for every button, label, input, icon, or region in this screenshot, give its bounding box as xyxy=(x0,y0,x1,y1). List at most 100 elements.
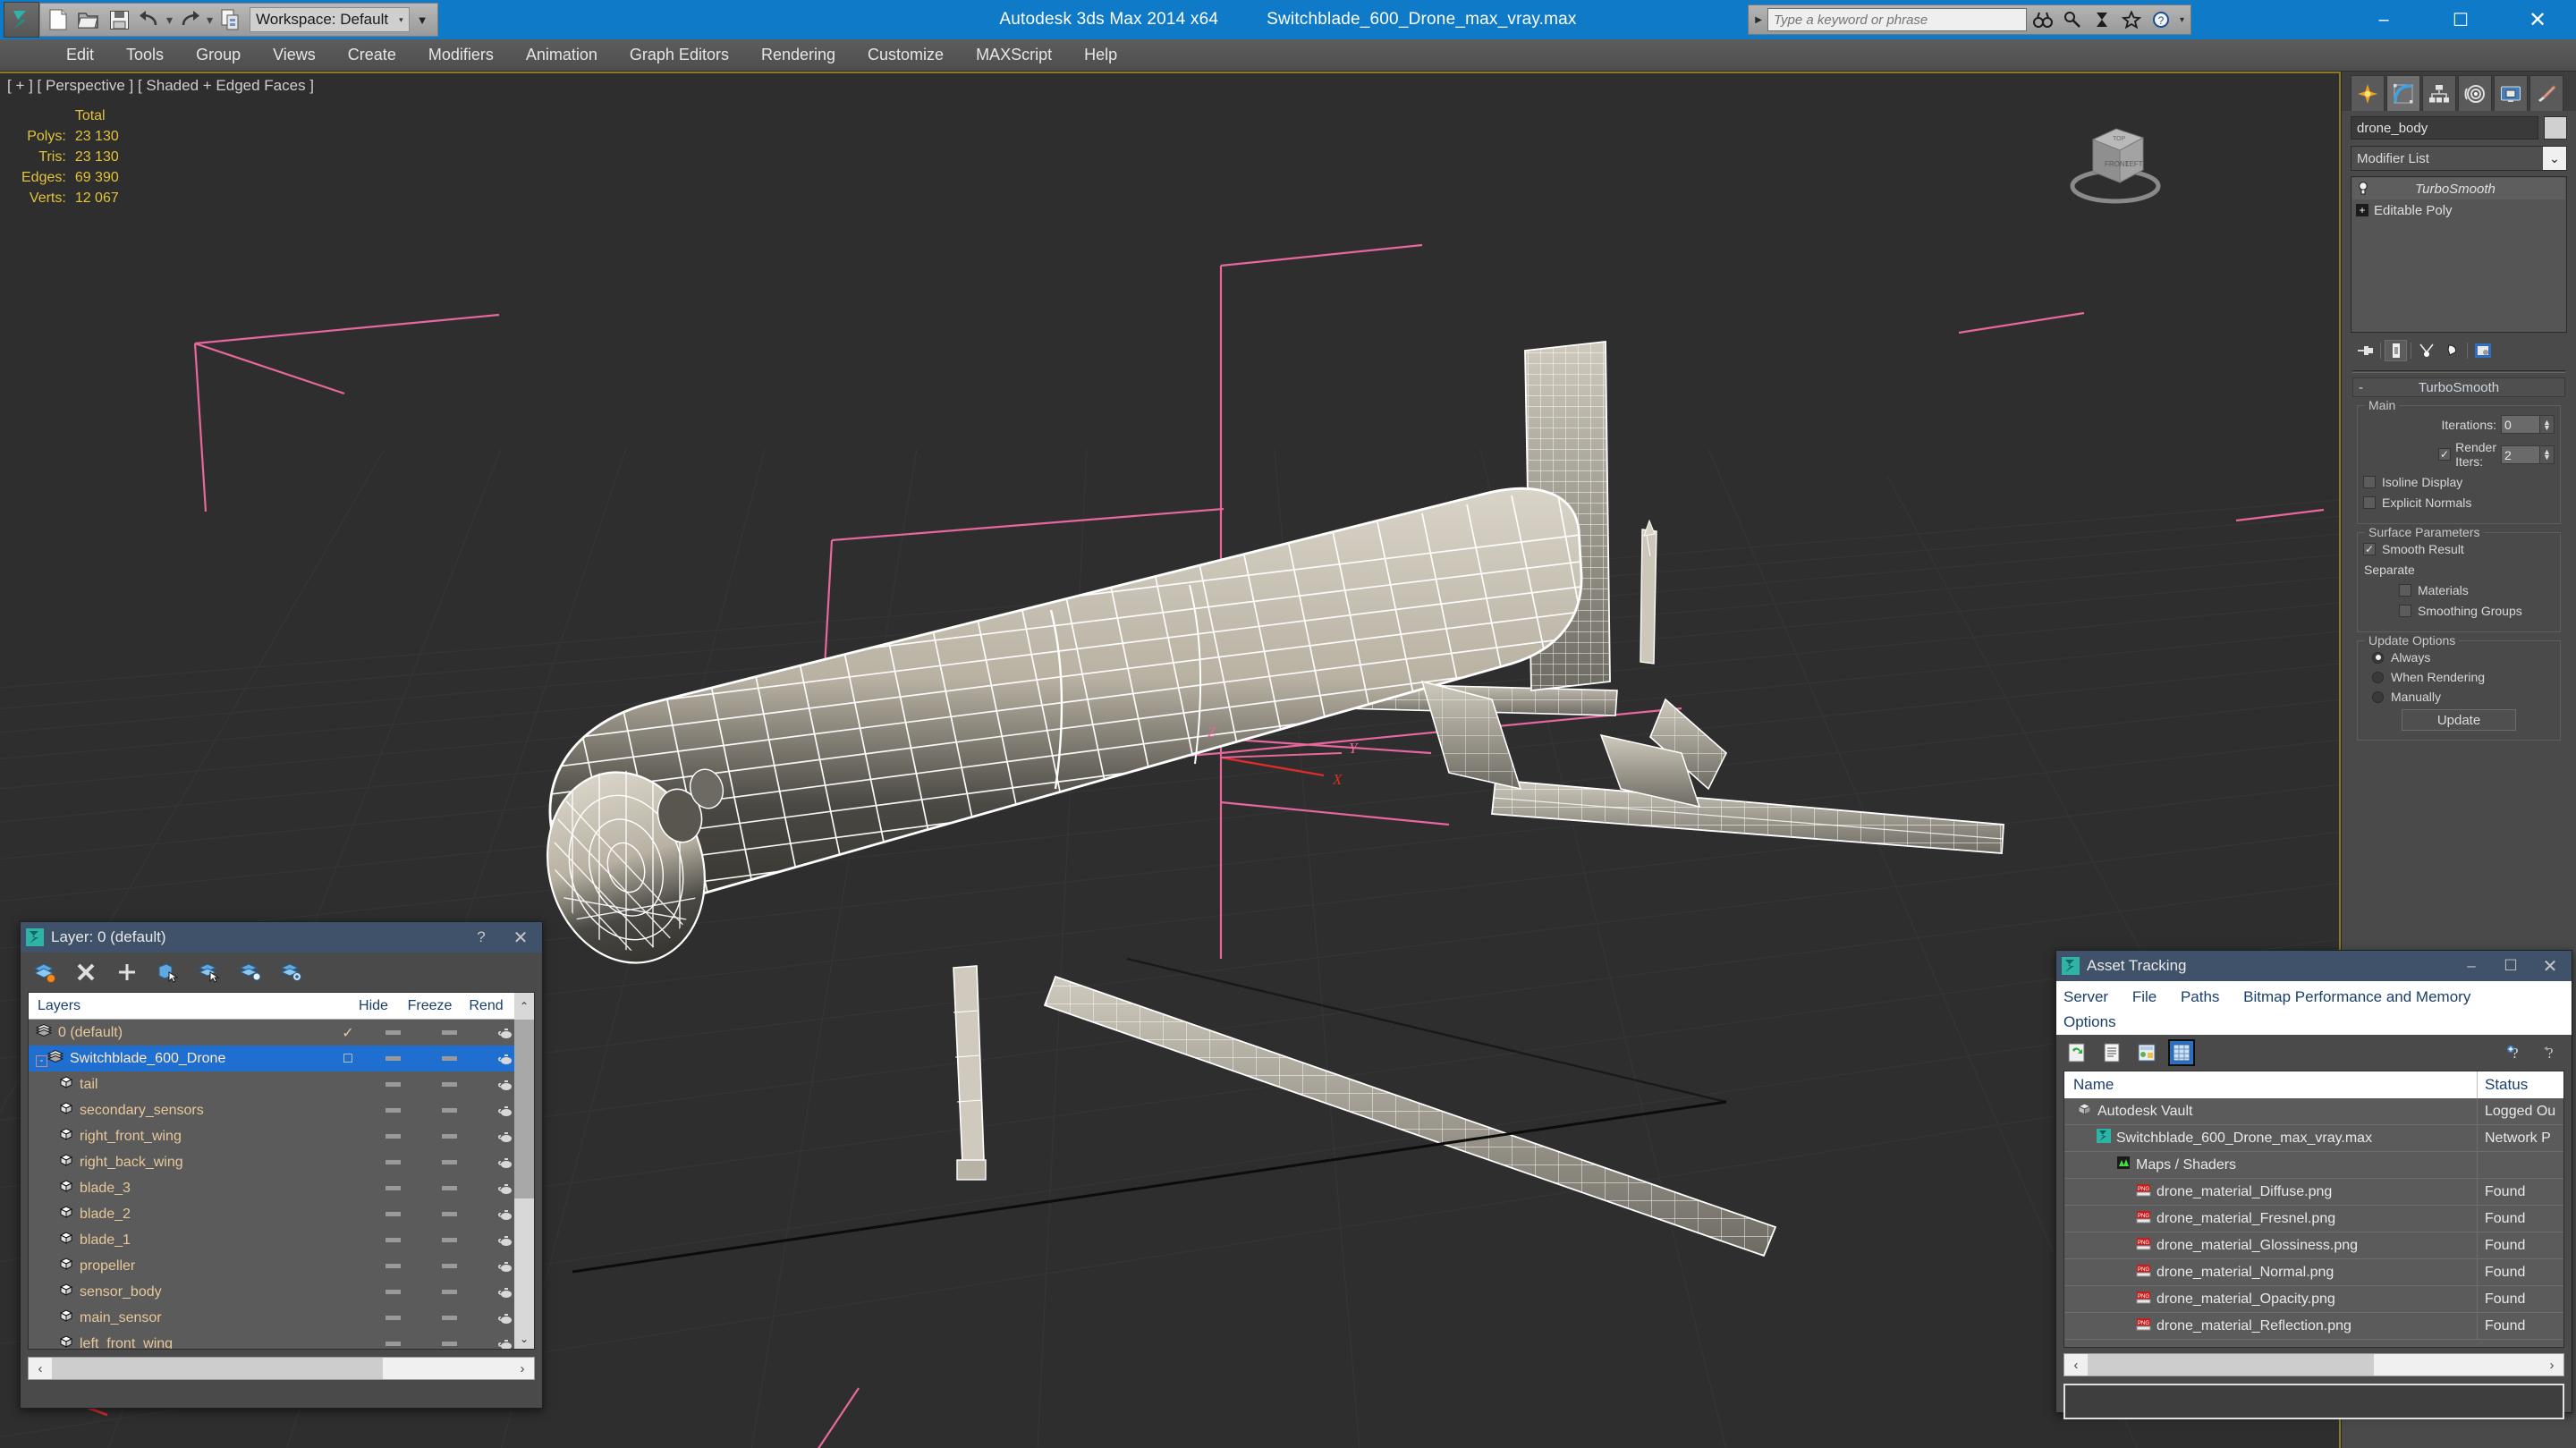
layer-hide-toggle[interactable] xyxy=(365,1108,421,1113)
layer-freeze-toggle[interactable] xyxy=(421,1082,478,1087)
asset-hscroll-track[interactable] xyxy=(2088,1354,2540,1376)
layer-hide-toggle[interactable] xyxy=(365,1238,421,1242)
layer-row[interactable]: sensor_body xyxy=(29,1279,534,1305)
asset-row[interactable]: PNG drone_material_Opacity.png Found xyxy=(2064,1285,2563,1313)
asset-menu-paths[interactable]: Paths xyxy=(2181,988,2239,1005)
menu-item-rendering[interactable]: Rendering xyxy=(745,46,852,64)
subscription-center-icon[interactable] xyxy=(2089,7,2115,32)
layer-row[interactable]: tail xyxy=(29,1071,534,1097)
layer-row[interactable]: right_front_wing xyxy=(29,1123,534,1149)
layer-hscroll-left-icon[interactable]: ‹ xyxy=(29,1361,52,1376)
layer-vertical-scrollbar[interactable]: ⌄ xyxy=(514,1020,534,1349)
layer-hide-toggle[interactable] xyxy=(365,1290,421,1294)
layer-row[interactable]: blade_1 xyxy=(29,1227,534,1253)
layer-hscroll-track[interactable] xyxy=(52,1358,511,1379)
search-magnifier-icon[interactable] xyxy=(2059,7,2086,32)
remove-modifier-icon[interactable] xyxy=(2441,340,2463,361)
asset-menu-file[interactable]: File xyxy=(2132,988,2176,1005)
asset-menu-bitmap[interactable]: Bitmap Performance and Memory xyxy=(2243,988,2490,1005)
explicit-normals-checkbox[interactable] xyxy=(2363,496,2376,509)
modify-tab[interactable] xyxy=(2386,75,2420,111)
pin-stack-icon[interactable] xyxy=(2354,340,2377,361)
layer-hide-toggle[interactable] xyxy=(365,1212,421,1216)
asset-row[interactable]: PNG drone_material_Reflection.png Found xyxy=(2064,1312,2563,1340)
layer-freeze-toggle[interactable] xyxy=(421,1290,478,1294)
layer-window-titlebar[interactable]: Layer: 0 (default) ? ✕ xyxy=(21,922,542,953)
viewport-label[interactable]: [ + ] [ Perspective ] [ Shaded + Edged F… xyxy=(7,77,314,95)
menu-item-views[interactable]: Views xyxy=(257,46,332,64)
layer-horizontal-scrollbar[interactable]: ‹ › xyxy=(28,1357,535,1380)
motion-tab[interactable] xyxy=(2458,75,2492,111)
update-manually-row[interactable]: Manually xyxy=(2363,690,2555,704)
materials-checkbox[interactable] xyxy=(2399,584,2411,597)
modifier-stack-item-turbosmooth[interactable]: TurboSmooth xyxy=(2352,178,2565,199)
smoothing-groups-checkbox[interactable] xyxy=(2399,605,2411,617)
plus-box-icon[interactable]: + xyxy=(2356,204,2368,216)
layer-scroll-down-icon[interactable]: ⌄ xyxy=(514,1329,534,1349)
hierarchy-tab[interactable] xyxy=(2422,75,2456,111)
layer-row[interactable]: secondary_sensors xyxy=(29,1097,534,1123)
object-name-field[interactable]: drone_body xyxy=(2351,116,2538,140)
menu-item-maxscript[interactable]: MAXScript xyxy=(960,46,1068,64)
smoothing-groups-row[interactable]: Smoothing Groups xyxy=(2363,604,2555,618)
view-cube[interactable]: FRONT LEFT TOP xyxy=(2057,113,2174,216)
select-objects-icon[interactable] xyxy=(155,959,182,986)
asset-hscroll-right-icon[interactable]: › xyxy=(2540,1358,2563,1373)
render-iters-value[interactable]: 2 xyxy=(2501,445,2540,464)
iterations-spinner[interactable]: 0 ▲ ▼ xyxy=(2501,415,2555,434)
asset-menu-server[interactable]: Server xyxy=(2063,988,2128,1005)
menu-item-create[interactable]: Create xyxy=(332,46,412,64)
help-dropdown-arrow[interactable]: ▾ xyxy=(2177,15,2187,25)
menu-item-graph-editors[interactable]: Graph Editors xyxy=(614,46,745,64)
rollout-header[interactable]: - TurboSmooth xyxy=(2352,377,2565,397)
make-unique-icon[interactable] xyxy=(2415,340,2437,361)
menu-item-animation[interactable]: Animation xyxy=(510,46,614,64)
render-iters-spinner[interactable]: 2 ▲ ▼ xyxy=(2501,445,2555,464)
menu-item-tools[interactable]: Tools xyxy=(110,46,180,64)
maximize-button[interactable]: ☐ xyxy=(2422,0,2499,39)
update-always-row[interactable]: Always xyxy=(2363,650,2555,665)
layer-row[interactable]: propeller xyxy=(29,1253,534,1279)
layer-freeze-toggle[interactable] xyxy=(421,1212,478,1216)
layer-expander[interactable]: - xyxy=(36,1055,47,1067)
layer-hide-toggle[interactable] xyxy=(365,1082,421,1087)
layer-freeze-toggle[interactable] xyxy=(421,1160,478,1164)
layer-freeze-toggle[interactable] xyxy=(421,1238,478,1242)
spinner-arrows-icon-2[interactable]: ▲ ▼ xyxy=(2540,445,2555,464)
smooth-result-checkbox[interactable]: ✓ xyxy=(2363,543,2376,555)
layer-scroll-thumb[interactable] xyxy=(514,1020,534,1198)
isoline-display-checkbox[interactable] xyxy=(2363,476,2376,488)
asset-row[interactable]: PNG drone_material_Glossiness.png Found xyxy=(2064,1232,2563,1259)
layer-row[interactable]: - Switchblade_600_Drone □ xyxy=(29,1046,534,1071)
create-tab[interactable] xyxy=(2351,75,2385,111)
grid-view-icon[interactable] xyxy=(2168,1039,2195,1066)
layer-freeze-toggle[interactable] xyxy=(421,1056,478,1061)
asset-minimize-button[interactable]: – xyxy=(2455,957,2487,975)
asset-close-button[interactable]: ✕ xyxy=(2534,955,2566,978)
menu-item-customize[interactable]: Customize xyxy=(852,46,960,64)
layer-hide-toggle[interactable] xyxy=(365,1342,421,1346)
modifier-stack-item-editable-poly[interactable]: + Editable Poly xyxy=(2352,199,2565,221)
render-iters-checkbox[interactable]: ✓ xyxy=(2438,448,2452,461)
update-always-radio[interactable] xyxy=(2372,651,2384,664)
close-button[interactable]: ✕ xyxy=(2499,0,2576,39)
layer-row[interactable]: left_front_wing xyxy=(29,1331,534,1349)
layer-freeze-toggle[interactable] xyxy=(421,1134,478,1139)
highlight-selected-icon[interactable] xyxy=(237,959,264,986)
search-binoculars-icon[interactable] xyxy=(2029,7,2056,32)
object-color-swatch[interactable] xyxy=(2544,116,2567,140)
asset-horizontal-scrollbar[interactable]: ‹ › xyxy=(2063,1353,2564,1376)
layer-row[interactable]: blade_3 xyxy=(29,1175,534,1201)
modifier-list-dropdown[interactable]: Modifier List ⌄ xyxy=(2351,146,2567,171)
layer-hide-toggle[interactable] xyxy=(365,1134,421,1139)
iterations-value[interactable]: 0 xyxy=(2501,415,2540,434)
asset-menu-options[interactable]: Options xyxy=(2063,1013,2136,1030)
asset-row[interactable]: PNG drone_material_Fresnel.png Found xyxy=(2064,1205,2563,1232)
spinner-arrows-icon[interactable]: ▲ ▼ xyxy=(2540,415,2555,434)
layer-properties-icon[interactable] xyxy=(278,959,305,986)
layer-freeze-toggle[interactable] xyxy=(421,1030,478,1035)
smooth-result-row[interactable]: ✓ Smooth Result xyxy=(2363,542,2555,556)
display-tab[interactable] xyxy=(2494,75,2528,111)
asset-row[interactable]: PNG drone_material_Diffuse.png Found xyxy=(2064,1178,2563,1206)
asset-hscroll-left-icon[interactable]: ‹ xyxy=(2064,1358,2088,1373)
